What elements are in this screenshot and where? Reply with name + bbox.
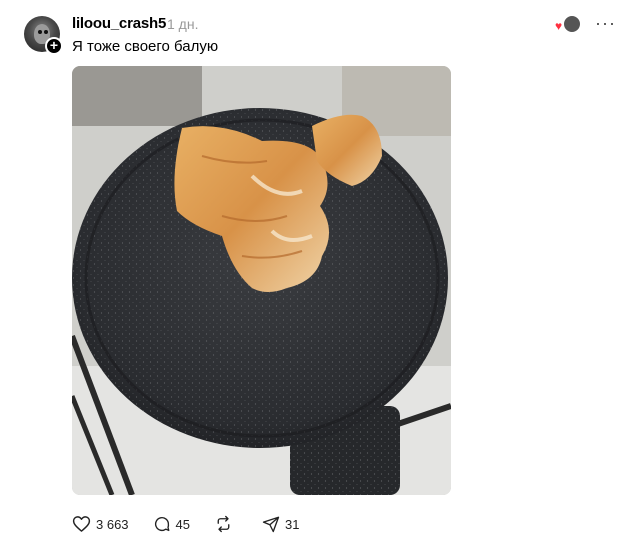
more-icon[interactable]: ··· xyxy=(595,13,616,34)
repost-icon xyxy=(217,515,230,533)
username[interactable]: liloou_crash5 xyxy=(72,15,166,32)
comment-icon xyxy=(154,516,169,532)
share-icon xyxy=(262,516,280,533)
reactors[interactable]: ♥ xyxy=(555,15,581,33)
frying-pan-photo xyxy=(72,66,451,495)
reactor-avatar xyxy=(563,15,581,33)
avatar-eye-left xyxy=(38,30,42,34)
follow-plus-icon[interactable]: + xyxy=(45,37,63,55)
comment-button[interactable]: 45 xyxy=(153,515,190,533)
reaction-heart-icon: ♥ xyxy=(555,19,563,33)
avatar-eye-right xyxy=(44,30,48,34)
share-button[interactable]: 31 xyxy=(262,515,299,533)
comment-count: 45 xyxy=(175,516,191,532)
like-button[interactable]: 3 663 xyxy=(72,515,129,533)
post-image[interactable] xyxy=(72,66,451,495)
timestamp: 1 дн. xyxy=(167,16,199,32)
repost-button[interactable] xyxy=(214,515,238,533)
action-bar: 3 663 45 31 xyxy=(72,514,323,534)
share-count: 31 xyxy=(285,516,300,532)
like-count: 3 663 xyxy=(96,516,129,532)
heart-icon xyxy=(72,516,91,532)
post-caption: Я тоже своего балую xyxy=(72,38,219,55)
